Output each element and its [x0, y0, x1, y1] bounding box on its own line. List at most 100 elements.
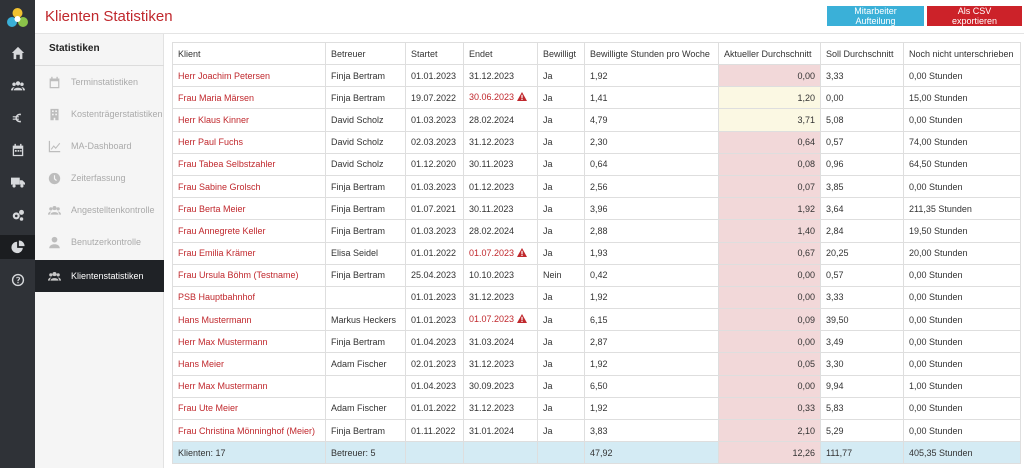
table-row: Hans Meier Adam Fischer 02.01.2023 31.12.20… [172, 352, 1021, 376]
users-icon[interactable] [0, 74, 35, 98]
client-name-link[interactable]: Frau Sabine Grolsch [172, 174, 326, 199]
target-average-cell: 3,49 [820, 330, 904, 354]
subnav-item-terminstatistiken[interactable]: Terminstatistiken [35, 66, 164, 98]
end-date-value: 28.02.2024 [469, 225, 515, 236]
column-header-stunden[interactable]: Bewilligte Stunden pro Woche [584, 42, 719, 65]
summary-empty-cell [405, 441, 464, 465]
start-date-cell: 01.04.2023 [405, 374, 464, 398]
client-name-link[interactable]: Hans Meier [172, 352, 326, 376]
start-date-cell: 01.03.2023 [405, 219, 464, 243]
current-average-cell: 0,00 [718, 330, 821, 354]
client-name-link[interactable]: Hans Mustermann [172, 308, 326, 332]
warning-icon [517, 314, 528, 325]
current-average-cell: 1,40 [718, 219, 821, 243]
unsigned-hours-cell: 64,50 Stunden [903, 152, 1021, 176]
client-name-link[interactable]: Herr Paul Fuchs [172, 130, 326, 154]
client-name-link[interactable]: Herr Joachim Petersen [172, 63, 326, 88]
euro-icon[interactable] [0, 106, 35, 130]
hours-per-week-cell: 1,92 [584, 63, 719, 88]
current-average-cell: 1,20 [718, 86, 821, 110]
end-date-cell: 31.03.2024 [463, 330, 538, 354]
target-average-cell: 5,29 [820, 418, 904, 443]
client-name-link[interactable]: Frau Emilia Krämer [172, 241, 326, 265]
page-title: Klienten Statistiken [45, 8, 173, 25]
subnav-item-ma-dashboard[interactable]: MA-Dashboard [35, 130, 164, 162]
table-row: Herr Paul Fuchs David Scholz 02.03.2023 31.… [172, 130, 1021, 154]
client-name-link[interactable]: Frau Christina Mönninghof (Meier) [172, 418, 326, 443]
client-name-link[interactable]: Herr Max Mustermann [172, 374, 326, 398]
end-date-value: 01.07.2023 [469, 314, 515, 325]
target-average-cell: 0,00 [820, 86, 904, 110]
pie-chart-icon[interactable] [0, 235, 35, 259]
hours-per-week-cell: 6,50 [584, 374, 719, 398]
current-average-cell: 2,10 [718, 418, 821, 443]
users-icon [47, 269, 61, 283]
subnav-item-kostentraegerstatistiken[interactable]: Kostenträgerstatistiken [35, 98, 164, 130]
start-date-cell: 02.01.2023 [405, 352, 464, 376]
unsigned-hours-cell: 0,00 Stunden [903, 63, 1021, 88]
client-name-link[interactable]: Frau Annegrete Keller [172, 219, 326, 243]
cogs-icon[interactable] [0, 203, 35, 227]
client-name-link[interactable]: Herr Max Mustermann [172, 330, 326, 354]
client-name-link[interactable]: Frau Ute Meier [172, 396, 326, 421]
start-date-cell: 01.01.2023 [405, 285, 464, 310]
end-date-cell: 31.12.2023 [463, 396, 538, 421]
mitarbeiter-aufteilung-button[interactable]: Mitarbeiter Aufteilung [827, 6, 924, 26]
table-row: Herr Max Mustermann 01.04.2023 30.09.2023 J… [172, 374, 1021, 398]
hours-per-week-cell: 3,96 [584, 197, 719, 221]
end-date-cell: 30.11.2023 [463, 152, 538, 176]
column-header-nicht-unterschrieben[interactable]: Noch nicht unterschrieben [903, 42, 1021, 65]
table-row: Herr Joachim Petersen Finja Bertram 01.01.… [172, 63, 1021, 88]
current-average-cell: 0,33 [718, 396, 821, 421]
hours-per-week-cell: 0,64 [584, 152, 719, 176]
start-date-cell: 01.03.2023 [405, 174, 464, 199]
client-name-link[interactable]: Frau Tabea Selbstzahler [172, 152, 326, 176]
betreuer-cell [325, 374, 406, 398]
column-header-startet[interactable]: Startet [405, 42, 464, 65]
end-date-cell: 30.06.2023 [463, 86, 538, 110]
summary-client-count: Klienten: 17 [172, 441, 326, 465]
column-header-betreuer[interactable]: Betreuer [325, 42, 406, 65]
column-header-klient[interactable]: Klient [172, 42, 326, 65]
end-date-value: 31.01.2024 [469, 425, 515, 436]
target-average-cell: 3,33 [820, 63, 904, 88]
column-header-endet[interactable]: Endet [463, 42, 538, 65]
truck-icon[interactable] [0, 170, 35, 194]
column-header-bewilligt[interactable]: Bewilligt [537, 42, 585, 65]
subnav-item-benutzerkontrolle[interactable]: Benutzerkontrolle [35, 226, 164, 258]
client-name-link[interactable]: PSB Hauptbahnhof [172, 285, 326, 310]
app-logo-icon[interactable] [5, 6, 30, 31]
csv-export-button[interactable]: Als CSV exportieren [927, 6, 1022, 26]
end-date-value: 01.12.2023 [469, 181, 515, 192]
summary-betreuer-count: Betreuer: 5 [325, 441, 406, 465]
subnav-item-zeiterfassung[interactable]: Zeiterfassung [35, 162, 164, 194]
client-name-link[interactable]: Herr Klaus Kinner [172, 108, 326, 132]
home-icon[interactable] [0, 41, 35, 65]
client-name-link[interactable]: Frau Berta Meier [172, 197, 326, 221]
bewilligt-cell: Ja [537, 308, 585, 332]
target-average-cell: 5,08 [820, 108, 904, 132]
end-date-value: 01.07.2023 [469, 247, 515, 258]
client-name-link[interactable]: Frau Ursula Böhm (Testname) [172, 263, 326, 287]
end-date-value: 31.12.2023 [469, 70, 515, 81]
calendar-icon[interactable] [0, 138, 35, 162]
end-date-value: 28.02.2024 [469, 114, 515, 125]
client-name-link[interactable]: Frau Maria Märsen [172, 86, 326, 110]
current-average-cell: 0,64 [718, 130, 821, 154]
unsigned-hours-cell: 0,00 Stunden [903, 108, 1021, 132]
start-date-cell: 01.04.2023 [405, 330, 464, 354]
hours-per-week-cell: 1,92 [584, 352, 719, 376]
page-header: Klienten Statistiken Mitarbeiter Aufteil… [35, 0, 1024, 34]
subnav-item-klientenstatistiken[interactable]: Klientenstatistiken [35, 260, 164, 292]
summary-target-average: 111,77 [820, 441, 904, 465]
column-header-aktueller-durchschnitt[interactable]: Aktueller Durchschnitt [718, 42, 821, 65]
table-row: Herr Klaus Kinner David Scholz 01.03.2023 2… [172, 108, 1021, 132]
current-average-cell: 1,92 [718, 197, 821, 221]
hours-per-week-cell: 1,41 [584, 86, 719, 110]
calendar-icon [47, 75, 61, 89]
subnav-item-angestelltenkontrolle[interactable]: Angestelltenkontrolle [35, 194, 164, 226]
help-icon[interactable] [0, 268, 35, 292]
end-date-value: 30.09.2023 [469, 381, 515, 392]
column-header-soll-durchschnitt[interactable]: Soll Durchschnitt [820, 42, 904, 65]
line-chart-icon [47, 139, 61, 153]
